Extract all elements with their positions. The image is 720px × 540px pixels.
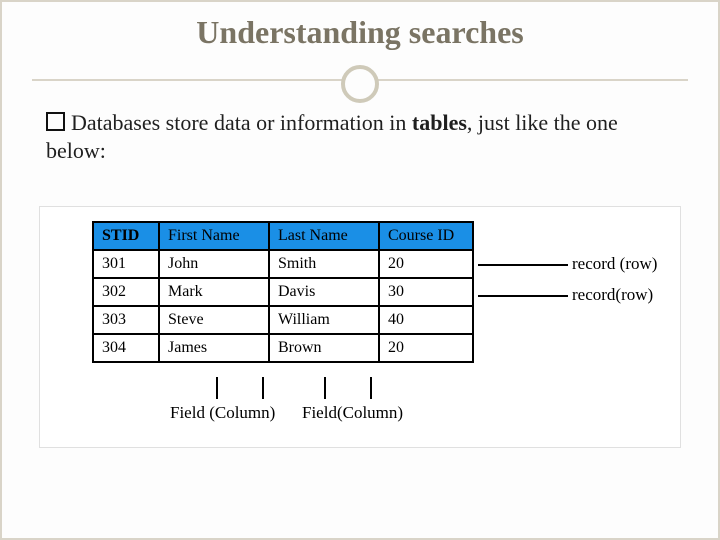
table-row: 304 James Brown 20 (93, 334, 473, 362)
table-diagram: STID First Name Last Name Course ID 301 … (39, 206, 681, 448)
cell: 303 (93, 306, 159, 334)
table-row: 302 Mark Davis 30 (93, 278, 473, 306)
database-table: STID First Name Last Name Course ID 301 … (92, 221, 474, 363)
body-text-bold: tables (412, 110, 467, 135)
divider-circle-icon (341, 65, 379, 103)
header-courseid: Course ID (379, 222, 473, 250)
header-stid: STID (93, 222, 159, 250)
connector-line (262, 377, 264, 399)
cell: 304 (93, 334, 159, 362)
connector-line (478, 264, 568, 266)
cell: Smith (269, 250, 379, 278)
title-divider (2, 57, 718, 103)
table-row: 303 Steve William 40 (93, 306, 473, 334)
cell: 20 (379, 334, 473, 362)
body-text-pre: Databases store data or information in (71, 110, 412, 135)
cell: 301 (93, 250, 159, 278)
cell: Mark (159, 278, 269, 306)
cell: Brown (269, 334, 379, 362)
connector-line (478, 295, 568, 297)
header-firstname: First Name (159, 222, 269, 250)
cell: 302 (93, 278, 159, 306)
annotation-record-row-1: record (row) (572, 254, 657, 274)
cell: 40 (379, 306, 473, 334)
cell: William (269, 306, 379, 334)
connector-line (324, 377, 326, 399)
slide: Understanding searches Databases store d… (0, 0, 720, 540)
cell: John (159, 250, 269, 278)
connector-line (370, 377, 372, 399)
cell: Steve (159, 306, 269, 334)
annotation-field-column-2: Field(Column) (302, 403, 403, 423)
annotation-record-row-2: record(row) (572, 285, 653, 305)
slide-title: Understanding searches (2, 14, 718, 51)
cell: Davis (269, 278, 379, 306)
body-paragraph: Databases store data or information in t… (46, 109, 674, 164)
header-lastname: Last Name (269, 222, 379, 250)
cell: 30 (379, 278, 473, 306)
cell: James (159, 334, 269, 362)
cell: 20 (379, 250, 473, 278)
table-row: 301 John Smith 20 (93, 250, 473, 278)
annotation-field-column-1: Field (Column) (170, 403, 275, 423)
square-bullet-icon (46, 112, 65, 131)
table-header-row: STID First Name Last Name Course ID (93, 222, 473, 250)
connector-line (216, 377, 218, 399)
